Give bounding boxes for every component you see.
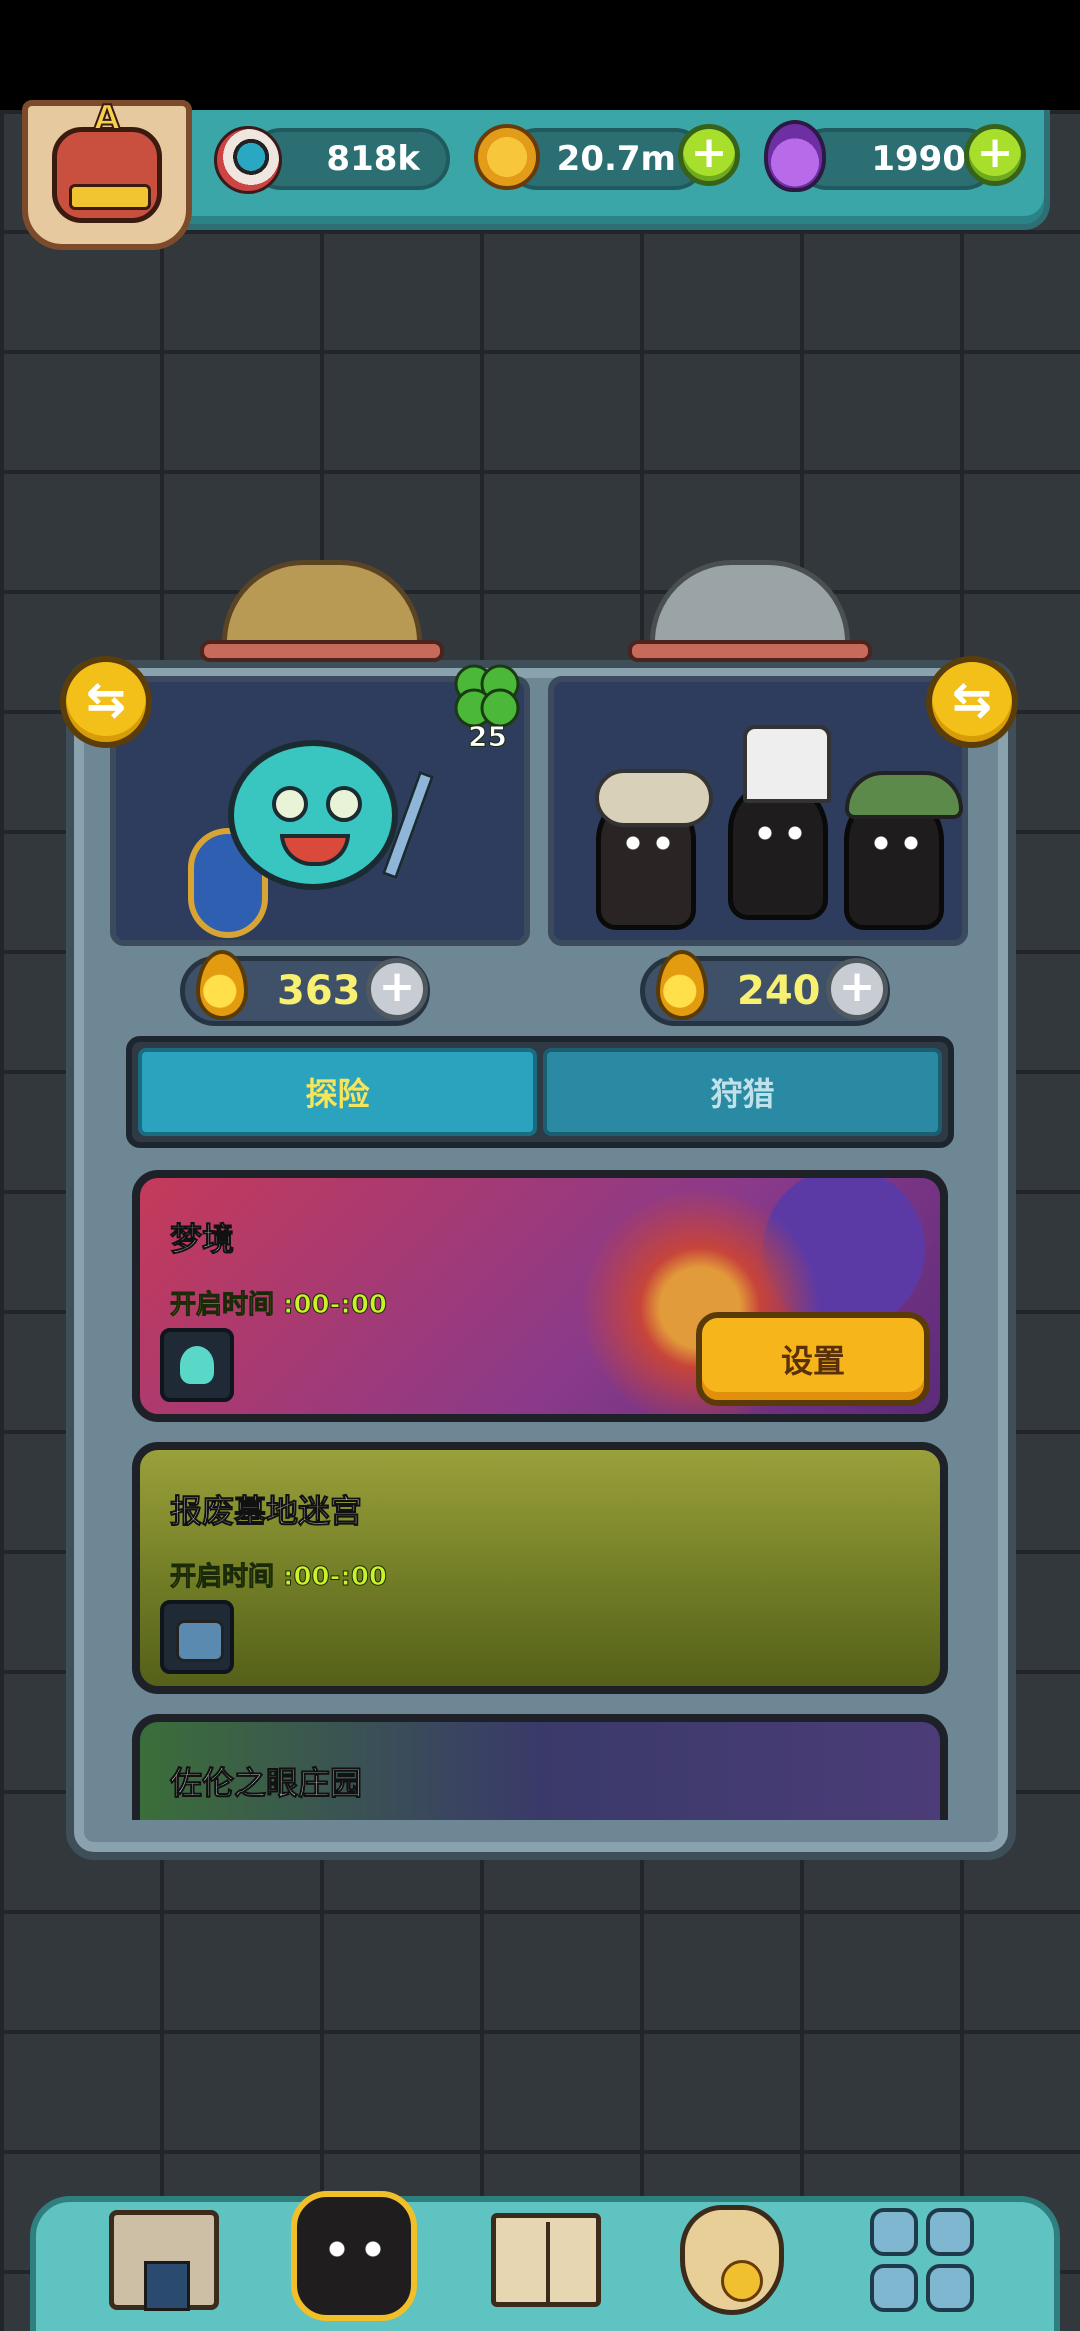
robot-monster-icon bbox=[160, 1600, 234, 1674]
teal-blob-monster bbox=[228, 740, 398, 890]
mode-tabs: 探险 狩猎 bbox=[126, 1036, 954, 1148]
add-explore-energy-button[interactable]: + bbox=[366, 958, 428, 1020]
add-coins-button[interactable]: + bbox=[678, 124, 740, 186]
silver-alarm-base bbox=[628, 640, 872, 662]
map-title: 佐伦之眼庄园 bbox=[169, 1764, 363, 1803]
eyeball-icon bbox=[214, 126, 282, 194]
map-title: 报废墓地迷宫 bbox=[169, 1492, 363, 1531]
nav-book[interactable] bbox=[486, 2200, 606, 2320]
add-potions-button[interactable]: + bbox=[964, 124, 1026, 186]
settings-button[interactable]: 设置 bbox=[696, 1312, 930, 1406]
map-title: 梦境 bbox=[169, 1220, 235, 1259]
hunt-energy-value: 240 bbox=[737, 968, 821, 1014]
nav-bag[interactable] bbox=[672, 2200, 792, 2320]
hunter-monster-2 bbox=[728, 725, 831, 920]
hunter-monster-3 bbox=[844, 771, 963, 930]
nav-monsters[interactable] bbox=[288, 2186, 420, 2326]
hunter-monster-1 bbox=[595, 769, 713, 930]
nav-more[interactable] bbox=[862, 2200, 982, 2320]
tab-explore[interactable]: 探险 bbox=[138, 1048, 537, 1136]
map-open-time: 开启时间 :00-:00 bbox=[169, 1562, 388, 1593]
nav-shop[interactable] bbox=[104, 2200, 224, 2320]
map-list[interactable]: 梦境 开启时间 :00-:00 设置 报废墓地迷宫 开启时间 :00-:00 佐… bbox=[128, 1160, 950, 1820]
clover-count: 25 bbox=[468, 720, 508, 754]
coins-value: 20.7m bbox=[556, 139, 676, 179]
swap-left-button[interactable]: ⇆ bbox=[60, 656, 152, 748]
ghost-monster-icon bbox=[160, 1328, 234, 1402]
map-card-scrap-graveyard[interactable]: 报废墓地迷宫 开启时间 :00-:00 bbox=[132, 1442, 948, 1694]
gold-alarm-base bbox=[200, 640, 444, 662]
book-icon bbox=[491, 2213, 601, 2307]
map-open-time: 开启时间 :00-:00 bbox=[169, 1290, 388, 1321]
player-avatar-icon bbox=[52, 127, 162, 223]
potions-value: 1990 bbox=[871, 139, 966, 179]
map-card-zolun-manor[interactable]: 佐伦之眼庄园 bbox=[132, 1714, 948, 1820]
monster-mouth bbox=[280, 834, 350, 866]
status-bar bbox=[0, 0, 1080, 110]
tab-hunt[interactable]: 狩猎 bbox=[543, 1048, 942, 1136]
add-hunt-energy-button[interactable]: + bbox=[826, 958, 888, 1020]
player-badge[interactable]: A bbox=[22, 97, 192, 250]
monster-eye bbox=[326, 786, 362, 822]
eyes-value: 818k bbox=[326, 139, 420, 179]
coin-icon bbox=[474, 124, 540, 190]
shop-icon bbox=[109, 2210, 219, 2311]
player-rank: A bbox=[93, 97, 121, 139]
monster-eye bbox=[272, 786, 308, 822]
potion-icon bbox=[764, 120, 826, 192]
grid-icon bbox=[870, 2208, 974, 2312]
explore-energy-value: 363 bbox=[277, 968, 361, 1014]
monster-icon bbox=[291, 2191, 417, 2321]
bag-icon bbox=[680, 2205, 784, 2315]
swap-right-button[interactable]: ⇆ bbox=[926, 656, 1018, 748]
map-card-dream[interactable]: 梦境 开启时间 :00-:00 设置 bbox=[132, 1170, 948, 1422]
